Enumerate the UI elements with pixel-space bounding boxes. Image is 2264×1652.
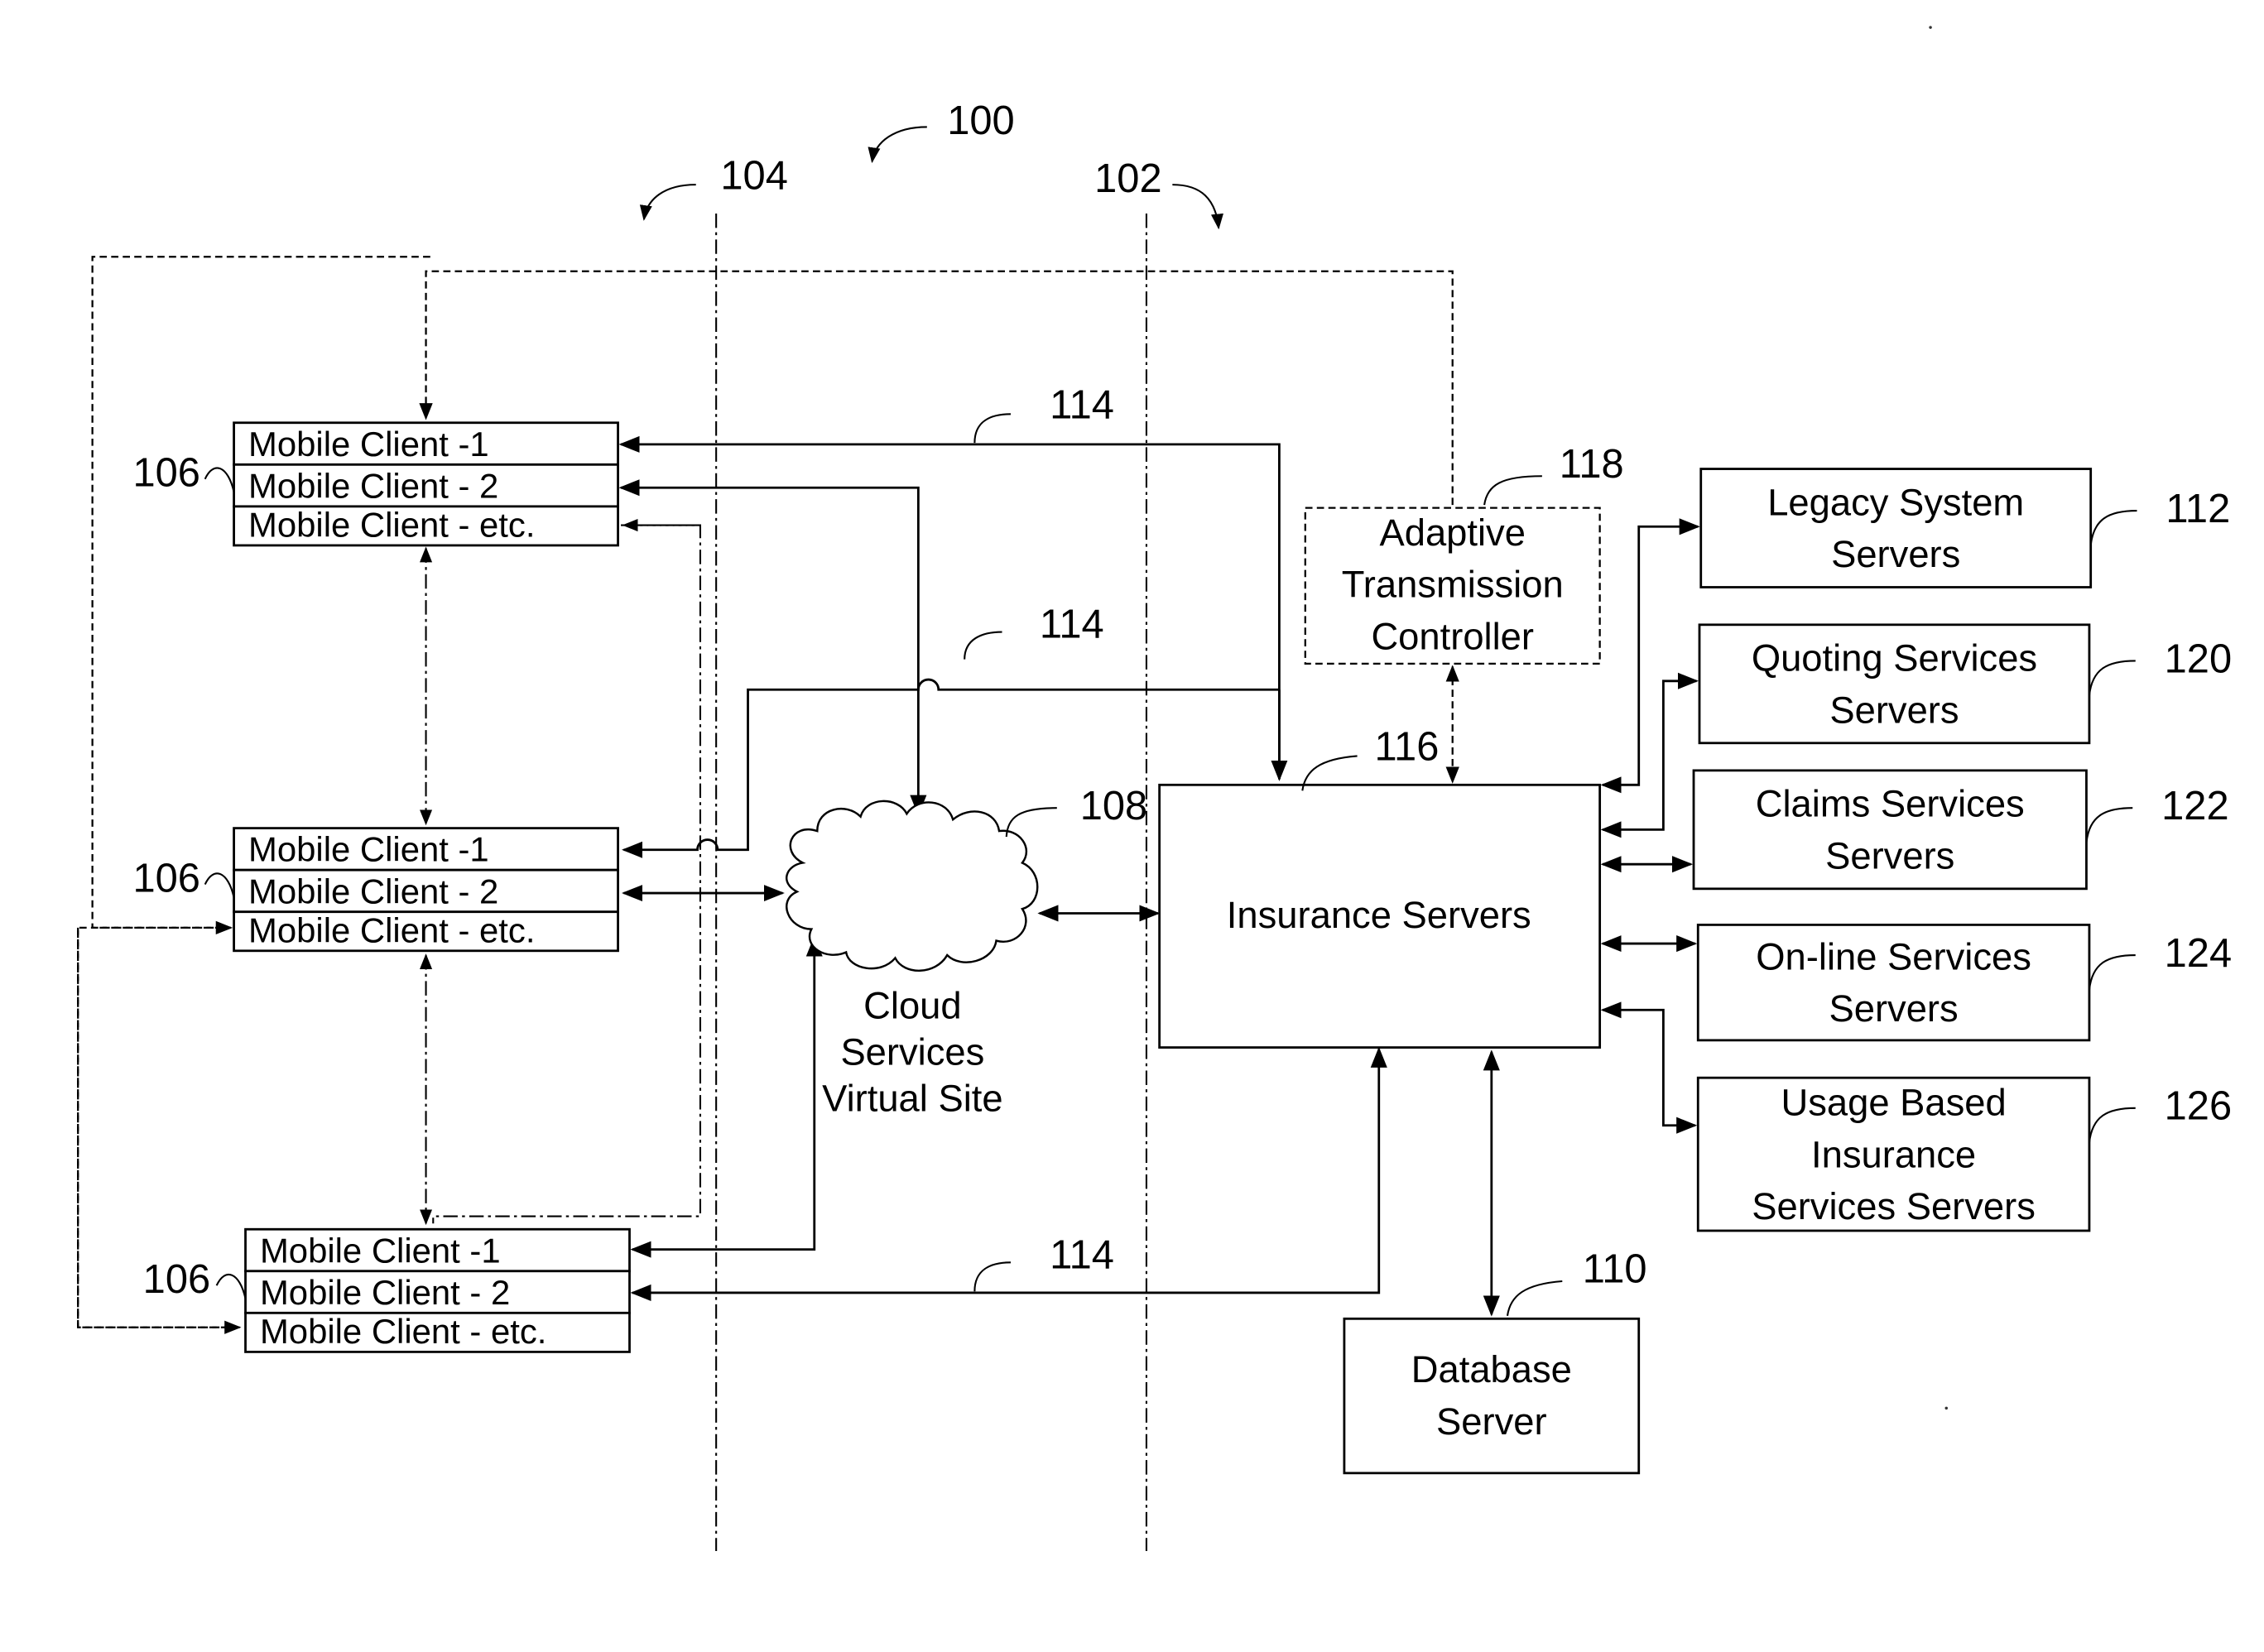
- insurance-servers-ref: 116: [1375, 725, 1440, 770]
- connection-cloud-to-group3-client1: [630, 940, 816, 1258]
- mobile-client-row[interactable]: Mobile Client - 2: [233, 463, 619, 508]
- svg-text:114: 114: [1040, 603, 1104, 647]
- insurance-to-service-link: [1600, 518, 1700, 794]
- figure-ref-arrow-icon: [868, 126, 927, 164]
- mobile-client-label: Mobile Client - 2: [248, 872, 498, 910]
- svg-text:Server: Server: [1436, 1400, 1547, 1443]
- svg-text:114: 114: [1050, 1232, 1114, 1277]
- mobile-client-label: Mobile Client - 2: [260, 1273, 510, 1312]
- client-group-ref: 106: [132, 450, 199, 495]
- database-server-box[interactable]: [1343, 1317, 1641, 1475]
- database-server-ref: 110: [1583, 1247, 1647, 1292]
- mobile-client-label: Mobile Client - etc.: [248, 505, 535, 544]
- service-server-label: On-line Services: [1756, 935, 2031, 977]
- system-diagram: 100 104 102 Mobile Client -1Mobile Clien…: [77, 26, 2232, 1551]
- svg-text:Adaptive: Adaptive: [1379, 511, 1525, 554]
- boundary-104: 104: [639, 153, 788, 1551]
- service-server-label: Insurance: [1811, 1133, 1976, 1175]
- service-server-126[interactable]: Usage Based Insurance Services Servers 126: [1600, 1001, 2232, 1232]
- connection-ref-114-a: 114: [973, 383, 1114, 444]
- service-server-label: Servers: [1829, 689, 1959, 731]
- svg-text:Cloud: Cloud: [863, 985, 961, 1027]
- service-server-label: Services Servers: [1752, 1185, 2036, 1227]
- svg-text:Database: Database: [1411, 1348, 1572, 1390]
- service-server-label: Claims Services: [1756, 783, 2025, 825]
- service-server-label: Servers: [1825, 834, 1954, 876]
- mobile-client-label: Mobile Client -1: [248, 830, 489, 869]
- service-server-ref: 120: [2165, 636, 2232, 681]
- svg-text:Controller: Controller: [1371, 615, 1534, 657]
- client-group-ref: 106: [132, 856, 199, 900]
- boundary-ref-102: 102: [1094, 156, 1161, 201]
- mobile-client-row[interactable]: Mobile Client -1: [233, 421, 619, 466]
- service-server-label: Legacy System: [1767, 481, 2024, 523]
- mobile-client-label: Mobile Client - etc.: [260, 1312, 546, 1351]
- svg-text:Virtual Site: Virtual Site: [822, 1077, 1002, 1119]
- service-server-label: Servers: [1829, 987, 1958, 1030]
- connection-group1-client2-to-cloud: [618, 479, 927, 816]
- mobile-client-label: Mobile Client -1: [248, 425, 489, 463]
- service-server-ref: 122: [2161, 784, 2228, 828]
- svg-text:Services: Services: [840, 1031, 984, 1073]
- connection-ref-114-b: 114: [964, 603, 1104, 660]
- cloud-services-virtual-site: 108 Cloud Services Virtual Site: [786, 784, 1147, 1119]
- connection-ref-114-c: 114: [973, 1232, 1114, 1292]
- service-server-label: Quoting Services: [1752, 637, 2037, 680]
- service-server-ref: 112: [2165, 487, 2230, 531]
- service-server-124[interactable]: On-line Services Servers 124: [1600, 924, 2232, 1042]
- service-server-122[interactable]: Claims Services Servers 122: [1600, 769, 2229, 891]
- insurance-to-service-link: [1600, 1001, 1698, 1134]
- service-server-ref: 124: [2165, 931, 2232, 976]
- boundary-102-arrow-icon: [1172, 184, 1223, 230]
- boundary-104-arrow-icon: [639, 184, 696, 221]
- connection-insurance-to-group1-client1: [618, 435, 1281, 780]
- client-group-1: Mobile Client -1Mobile Client - 2Mobile …: [132, 421, 619, 547]
- cloud-ref: 108: [1080, 784, 1147, 828]
- service-server-label: Usage Based: [1781, 1082, 2006, 1124]
- insurance-servers-label: Insurance Servers: [1227, 894, 1531, 936]
- mobile-client-label: Mobile Client -1: [260, 1231, 501, 1270]
- mobile-client-row[interactable]: Mobile Client - etc.: [233, 505, 619, 547]
- insurance-servers[interactable]: Insurance Servers 116: [1158, 725, 1602, 1049]
- svg-text:114: 114: [1050, 383, 1114, 428]
- client-group-3: Mobile Client -1Mobile Client - 2Mobile …: [143, 1227, 631, 1353]
- figure-ref-100: 100: [868, 98, 1015, 164]
- client-group-ref: 106: [143, 1257, 210, 1302]
- svg-text:Transmission: Transmission: [1342, 564, 1564, 606]
- database-server[interactable]: Database Server 110: [1343, 1049, 1647, 1475]
- cloud-icon: [786, 800, 1039, 972]
- mobile-client-row[interactable]: Mobile Client -1: [233, 827, 619, 872]
- mobile-client-row[interactable]: Mobile Client - 2: [233, 868, 619, 914]
- mobile-client-row[interactable]: Mobile Client - etc.: [233, 910, 619, 953]
- service-servers: Legacy System Servers 112 Quoting Services S…: [1600, 468, 2232, 1232]
- service-server-label: Servers: [1831, 533, 1960, 575]
- adaptive-transmission-controller[interactable]: Adaptive Transmission Controller 118: [1304, 442, 1624, 784]
- scan-speck: [1944, 1406, 1949, 1410]
- controller-ref: 118: [1560, 442, 1624, 487]
- client-groups: Mobile Client -1Mobile Client - 2Mobile …: [132, 421, 631, 1353]
- connection-insurance-to-group3-client2: [630, 1046, 1387, 1301]
- insurance-to-service-link: [1600, 672, 1699, 838]
- mobile-client-row[interactable]: Mobile Client -1: [244, 1227, 631, 1273]
- figure-ref-label: 100: [947, 98, 1014, 143]
- scan-speck: [1929, 26, 1932, 29]
- mobile-client-label: Mobile Client - etc.: [248, 910, 535, 949]
- boundary-ref-104: 104: [720, 153, 787, 198]
- service-server-ref: 126: [2165, 1084, 2232, 1129]
- client-group-2: Mobile Client -1Mobile Client - 2Mobile …: [132, 827, 619, 953]
- mobile-client-row[interactable]: Mobile Client - etc.: [244, 1311, 631, 1353]
- mobile-client-label: Mobile Client - 2: [248, 466, 498, 505]
- mobile-client-row[interactable]: Mobile Client - 2: [244, 1270, 631, 1314]
